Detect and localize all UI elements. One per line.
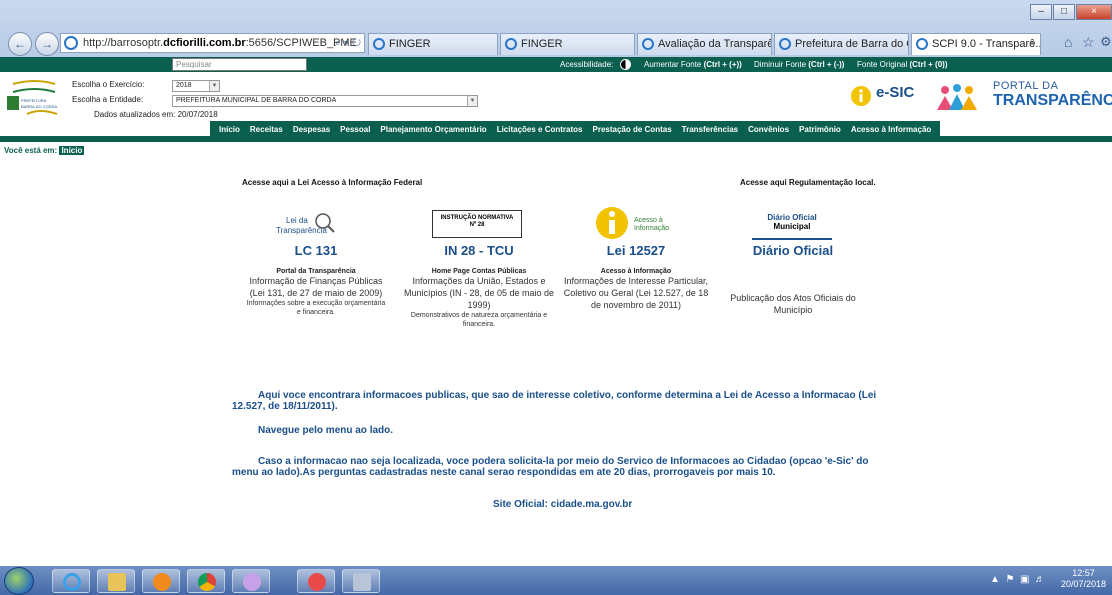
card-title[interactable]: LC 131	[246, 243, 386, 258]
windows-taskbar	[0, 566, 1112, 595]
search-input[interactable]: Pesquisar	[172, 58, 307, 71]
search-icon[interactable]: ⌕	[290, 56, 297, 71]
settings-gear-icon[interactable]: ⚙	[1100, 34, 1112, 50]
original-font-link[interactable]: Fonte Original (Ctrl + (0))	[857, 60, 947, 69]
menu-inicio[interactable]: Início	[219, 125, 240, 134]
card-title[interactable]: Diário Oficial	[718, 243, 868, 258]
card-title[interactable]: Lei 12527	[563, 243, 709, 258]
tab-finger-2[interactable]: FINGER	[500, 33, 635, 55]
info-icon	[596, 207, 628, 239]
tab-avaliacao[interactable]: Avaliação da Transparê...	[637, 33, 772, 55]
info-paragraph: Aqui voce encontrara informacoes publica…	[232, 390, 877, 412]
svg-text:BARRA DO CORDA: BARRA DO CORDA	[21, 104, 58, 109]
ie-tab-icon	[779, 38, 791, 50]
main-menu: Início Receitas Despesas Pessoal Planeja…	[210, 121, 941, 137]
tray-icons[interactable]: ▲ ⚑ ▣ ♬	[990, 574, 1045, 585]
card-lei12527: Lei 12527 Acesso à Informação Informaçõe…	[563, 243, 709, 310]
ie-tab-icon	[373, 38, 385, 50]
diario-oficial-logo[interactable]: Diário Oficial Municipal	[752, 210, 832, 240]
decrease-font-link[interactable]: Diminuir Fonte (Ctrl + (-))	[754, 60, 844, 69]
menu-prestacao-contas[interactable]: Prestação de Contas	[593, 125, 672, 134]
lei-transparencia-logo[interactable]: Lei da Transparência	[276, 210, 356, 240]
esic-link[interactable]: e-SIC	[850, 82, 920, 110]
nav-hint: Navegue pelo menu ao lado.	[258, 425, 394, 436]
media-player-icon[interactable]	[142, 569, 180, 593]
address-bar[interactable]: http://barrosoptr.dcfiorilli.com.br:5656…	[60, 33, 365, 53]
portal-transparencia-logo[interactable]: PORTAL DA TRANSPARÊNCIA	[935, 80, 1112, 114]
ie-tab-icon	[642, 38, 654, 50]
accessibility-label: Acessibilidade:	[560, 60, 614, 69]
increase-font-link[interactable]: Aumentar Fonte (Ctrl + (+))	[644, 60, 742, 69]
updated-date: Dados atualizados em: 20/07/2018	[94, 110, 218, 119]
breadcrumb-current[interactable]: Início	[59, 146, 85, 155]
esic-paragraph: Caso a informacao nao seja localizada, v…	[232, 456, 869, 478]
in28-logo[interactable]: INSTRUÇÃO NORMATIVA Nº 28	[432, 210, 522, 238]
explorer-icon[interactable]	[97, 569, 135, 593]
calculator-icon[interactable]	[342, 569, 380, 593]
forward-button[interactable]: →	[35, 32, 59, 56]
local-heading: Acesse aqui Regulamentação local.	[740, 178, 876, 187]
ie-tab-icon	[916, 38, 928, 50]
tab-finger-1[interactable]: FINGER	[368, 33, 498, 55]
card-title[interactable]: IN 28 - TCU	[401, 243, 557, 258]
municipality-logo: PREFEITURA BARRA DO CORDA	[7, 80, 58, 115]
close-window-button[interactable]: ×	[1076, 4, 1112, 20]
tab-scpi[interactable]: SCPI 9.0 - Transparê... ×	[911, 33, 1041, 55]
people-icon	[937, 84, 977, 110]
snipping-tool-icon[interactable]	[297, 569, 335, 593]
menu-planejamento[interactable]: Planejamento Orçamentário	[380, 125, 486, 134]
ie-tab-icon	[505, 38, 517, 50]
menu-transferencias[interactable]: Transferências	[682, 125, 738, 134]
menu-licitacoes[interactable]: Licitações e Contratos	[497, 125, 583, 134]
chevron-down-icon: ▼	[209, 81, 219, 91]
card-in28: IN 28 - TCU Home Page Contas Públicas In…	[401, 243, 557, 329]
magnifier-icon	[315, 213, 335, 233]
entity-label: Escolha a Entidade:	[72, 95, 144, 104]
federal-heading: Acesse aqui a Lei Acesso à Informação Fe…	[242, 178, 423, 187]
menu-pessoal[interactable]: Pessoal	[340, 125, 370, 134]
exercise-label: Escolha o Exercício:	[72, 80, 145, 89]
acesso-informacao-logo[interactable]: Acesso à Informação	[594, 205, 684, 245]
card-lc131: LC 131 Portal da Transparência Informaçã…	[246, 243, 386, 316]
browser-toolbar: ← → http://barrosoptr.dcfiorilli.com.br:…	[0, 0, 1112, 58]
minimize-button[interactable]: –	[1030, 4, 1052, 20]
exercise-select[interactable]: 2018 ▼	[172, 80, 220, 92]
menu-receitas[interactable]: Receitas	[250, 125, 283, 134]
info-icon	[851, 86, 871, 106]
tab-prefeitura[interactable]: Prefeitura de Barra do C...	[774, 33, 909, 55]
paint-icon[interactable]	[232, 569, 270, 593]
breadcrumb: Você está em: Início	[4, 146, 85, 155]
entity-select[interactable]: PREFEITURA MUNICIPAL DE BARRA DO CORDA ▼	[172, 95, 478, 107]
chevron-down-icon: ▼	[467, 96, 477, 106]
maximize-button[interactable]: □	[1053, 4, 1075, 20]
clock[interactable]: 12:57 20/07/2018	[1061, 568, 1106, 590]
official-site-link[interactable]: Site Oficial: cidade.ma.gov.br	[493, 499, 632, 510]
menu-patrimonio[interactable]: Patrimônio	[799, 125, 841, 134]
chrome-icon[interactable]	[187, 569, 225, 593]
home-icon[interactable]: ⌂	[1064, 34, 1072, 50]
ie-icon[interactable]	[52, 569, 90, 593]
menu-convenios[interactable]: Convênios	[748, 125, 789, 134]
ie-page-icon	[64, 36, 78, 50]
close-tab-icon[interactable]: ×	[1029, 34, 1035, 54]
card-diario-oficial: Diário Oficial Publicação dos Atos Ofici…	[718, 243, 868, 316]
contrast-icon[interactable]	[620, 59, 631, 70]
menu-despesas[interactable]: Despesas	[293, 125, 330, 134]
menu-acesso-informacao[interactable]: Acesso à Informação	[851, 125, 931, 134]
start-button[interactable]	[4, 567, 34, 595]
svg-text:PREFEITURA: PREFEITURA	[21, 98, 47, 103]
search-refresh-icons[interactable]: ⌕ ▾ ↻	[335, 34, 361, 52]
back-button[interactable]: ←	[8, 32, 32, 56]
favorites-star-icon[interactable]: ☆	[1082, 34, 1095, 51]
